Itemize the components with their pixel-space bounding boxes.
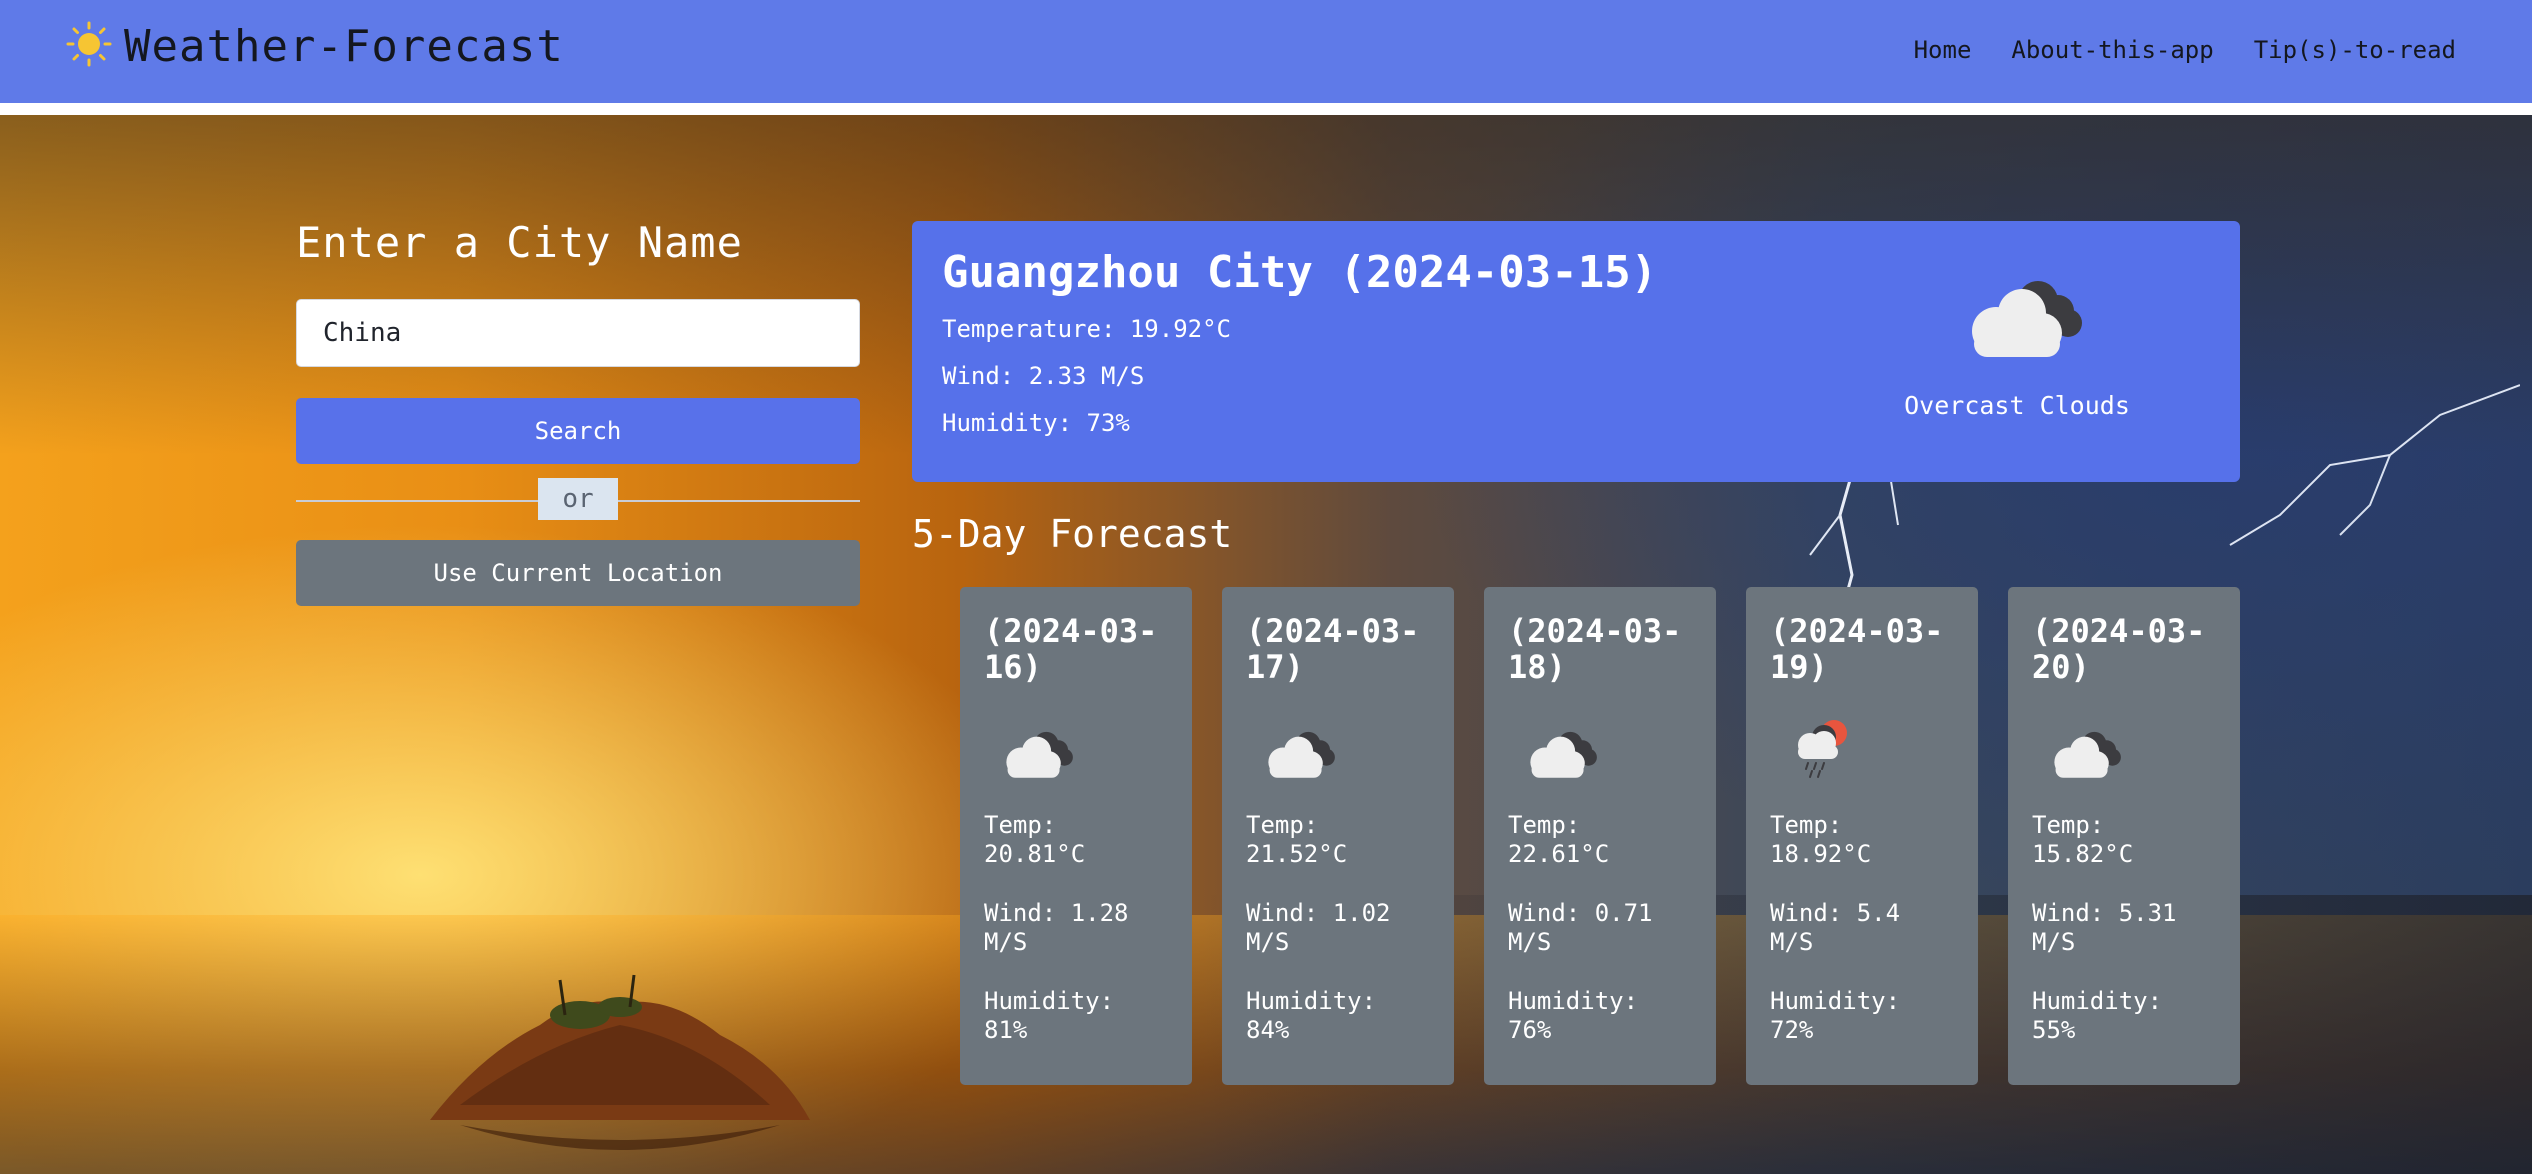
sun-icon: [66, 21, 112, 71]
forecast-wind: Wind: 0.71: [1508, 899, 1653, 927]
navbar-divider: [0, 103, 2532, 115]
nav-link-about[interactable]: About-this-app: [2011, 36, 2213, 64]
forecast-card: (2024-03-18) Temp: 22.61°C Wind: 0.71 M/…: [1484, 587, 1716, 1085]
forecast-temp: 22.61°C: [1508, 840, 1610, 868]
forecast-temp-label: Temp:: [984, 811, 1057, 839]
search-button[interactable]: Search: [296, 398, 860, 464]
current-humidity: Humidity: 73%: [942, 409, 1130, 437]
forecast-wind-unit: M/S: [1508, 928, 1552, 956]
forecast-temp: 21.52°C: [1246, 840, 1348, 868]
forecast-humidity: 72%: [1770, 1016, 1814, 1044]
search-title: Enter a City Name: [296, 218, 743, 267]
island-graphic: [430, 974, 810, 1150]
brand-title: Weather-Forecast: [124, 20, 564, 72]
forecast-temp: 15.82°C: [2032, 840, 2134, 868]
current-weather-card: Guangzhou City (2024-03-15) Temperature:…: [912, 221, 2240, 482]
forecast-wind-unit: M/S: [1246, 928, 1290, 956]
forecast-card: (2024-03-20) Temp: 15.82°C Wind: 5.31 M/…: [2008, 587, 2240, 1085]
overcast-clouds-icon: [1268, 731, 1335, 778]
use-current-location-button[interactable]: Use Current Location: [296, 540, 860, 606]
forecast-humidity: 55%: [2032, 1016, 2076, 1044]
divider-or-label: or: [538, 478, 618, 520]
overcast-clouds-icon: [1530, 731, 1597, 778]
forecast-temp: 18.92°C: [1770, 840, 1872, 868]
overcast-clouds-icon: [2054, 731, 2121, 778]
forecast-wind: Wind: 1.28: [984, 899, 1129, 927]
forecast-wind-unit: M/S: [2032, 928, 2076, 956]
forecast-humidity-label: Humidity:: [1246, 987, 1377, 1015]
forecast-card: (2024-03-17) Temp: 21.52°C Wind: 1.02 M/…: [1222, 587, 1454, 1085]
forecast-temp-label: Temp:: [2032, 811, 2105, 839]
forecast-temp-label: Temp:: [1508, 811, 1581, 839]
nav-link-home[interactable]: Home: [1914, 36, 1972, 64]
lightning-graphic-right: [2229, 384, 2520, 546]
forecast-wind: Wind: 1.02: [1246, 899, 1391, 927]
light-rain-icon: [1798, 720, 1847, 778]
forecast-wind: Wind: 5.31: [2032, 899, 2177, 927]
city-search-input[interactable]: [296, 299, 860, 367]
current-description: Overcast Clouds: [1904, 391, 2130, 420]
brand[interactable]: Weather-Forecast: [66, 18, 564, 74]
current-city-title: Guangzhou City (2024-03-15): [942, 247, 1658, 298]
forecast-date: (2024-03-17): [1246, 612, 1420, 686]
forecast-wind-unit: M/S: [984, 928, 1028, 956]
forecast-humidity-label: Humidity:: [2032, 987, 2163, 1015]
forecast-humidity-label: Humidity:: [984, 987, 1115, 1015]
forecast-temp-label: Temp:: [1770, 811, 1843, 839]
forecast-wind: Wind: 5.4: [1770, 899, 1901, 927]
forecast-card: (2024-03-19) Temp: 18.92°C Wind: 5.4 M/S…: [1746, 587, 1978, 1085]
overcast-clouds-icon: [1006, 731, 1073, 778]
forecast-date: (2024-03-16): [984, 612, 1158, 686]
forecast-temp-label: Temp:: [1246, 811, 1319, 839]
forecast-date: (2024-03-18): [1508, 612, 1682, 686]
nav-links: Home About-this-app Tip(s)-to-read: [1914, 30, 2456, 70]
current-wind: Wind: 2.33 M/S: [942, 362, 1145, 390]
forecast-card: (2024-03-16) Temp: 20.81°C Wind: 1.28 M/…: [960, 587, 1192, 1085]
forecast-humidity: 81%: [984, 1016, 1028, 1044]
navbar: Weather-Forecast Home About-this-app Tip…: [0, 0, 2532, 103]
forecast-temp: 20.81°C: [984, 840, 1086, 868]
forecast-humidity: 84%: [1246, 1016, 1290, 1044]
current-temperature: Temperature: 19.92°C: [942, 315, 1231, 343]
forecast-heading: 5-Day Forecast: [912, 512, 1233, 556]
forecast-humidity-label: Humidity:: [1508, 987, 1639, 1015]
forecast-wind-unit: M/S: [1770, 928, 1814, 956]
forecast-date: (2024-03-20): [2032, 612, 2206, 686]
forecast-humidity-label: Humidity:: [1770, 987, 1901, 1015]
forecast-humidity: 76%: [1508, 1016, 1552, 1044]
overcast-clouds-icon: [1972, 281, 2082, 357]
nav-link-tips[interactable]: Tip(s)-to-read: [2254, 36, 2456, 64]
forecast-date: (2024-03-19): [1770, 612, 1944, 686]
